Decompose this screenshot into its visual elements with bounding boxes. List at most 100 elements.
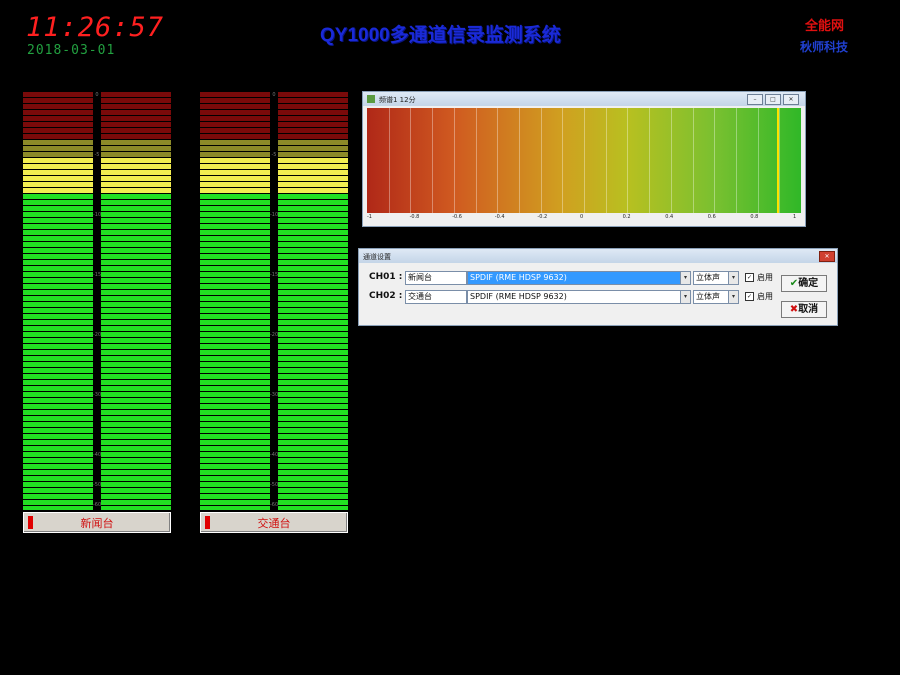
- grid-line: [627, 108, 629, 213]
- channel-settings-dialog: 通道设置 ✕ CH01 : 新闻台 SPDIF (RME HDSP 9632) …: [358, 248, 838, 326]
- axis-tick-label: -0.4: [494, 214, 505, 220]
- cancel-button[interactable]: ✖取消: [781, 301, 827, 318]
- checkbox-label: 启用: [757, 292, 773, 301]
- db-scale: 0 -5 -10 -15 -20 -30 -40 -50 -60: [270, 92, 278, 510]
- grid-line: [410, 108, 412, 213]
- close-button[interactable]: ✕: [819, 251, 835, 262]
- checkbox-icon[interactable]: ✓: [745, 273, 754, 282]
- grid-line: [453, 108, 455, 213]
- scale-tick: -40: [93, 452, 102, 458]
- grid-line: [562, 108, 564, 213]
- dialog-title: 通道设置: [363, 253, 391, 261]
- grid-line: [475, 108, 477, 213]
- chevron-down-icon[interactable]: ▾: [728, 290, 739, 304]
- grid-line: [388, 108, 390, 213]
- chevron-down-icon[interactable]: ▾: [728, 271, 739, 285]
- ok-label: 确定: [798, 278, 819, 289]
- meter-group-2: 0 -5 -10 -15 -20 -30 -40 -50 -60: [200, 92, 350, 510]
- scale-tick: -20: [270, 332, 279, 338]
- grid-line: [540, 108, 542, 213]
- close-button[interactable]: ✕: [783, 94, 799, 105]
- ch02-enable-checkbox[interactable]: ✓ 启用: [745, 291, 773, 302]
- level-bar-right: [278, 92, 348, 510]
- axis-tick-label: -0.2: [537, 214, 548, 220]
- grid-line: [670, 108, 672, 213]
- chevron-down-icon[interactable]: ▾: [680, 290, 691, 304]
- channel-label: 新闻台: [80, 517, 114, 530]
- channel-button-2[interactable]: 交通台: [200, 512, 348, 533]
- cancel-label: 取消: [798, 304, 819, 315]
- grid-line: [779, 108, 781, 213]
- window-titlebar[interactable]: 频谱1 12分 – □ ✕: [363, 92, 805, 106]
- scale-tick: -30: [270, 392, 279, 398]
- ch01-device-select[interactable]: SPDIF (RME HDSP 9632): [467, 271, 681, 285]
- axis-tick-label: 0.2: [622, 214, 631, 220]
- scale-tick: -5: [94, 152, 100, 158]
- scale-tick: -60: [93, 502, 102, 508]
- minimize-button[interactable]: –: [747, 94, 763, 105]
- dialog-body: CH01 : 新闻台 SPDIF (RME HDSP 9632) ▾ 立体声 ▾…: [359, 263, 837, 325]
- grid-line: [735, 108, 737, 213]
- scale-tick: -50: [93, 482, 102, 488]
- grid-line: [692, 108, 694, 213]
- axis-tick-label: 0.6: [707, 214, 716, 220]
- axis-tick-label: 0: [580, 214, 584, 220]
- scale-tick: -15: [93, 272, 102, 278]
- axis-tick-label: -0.6: [452, 214, 462, 220]
- chart-icon: [367, 95, 375, 103]
- scale-tick: -10: [93, 212, 102, 218]
- scale-tick: -20: [93, 332, 102, 338]
- scale-tick: -60: [270, 502, 279, 508]
- grid-line: [649, 108, 651, 213]
- scale-tick: 0: [95, 92, 99, 98]
- ch01-enable-checkbox[interactable]: ✓ 启用: [745, 272, 773, 283]
- db-scale: 0 -5 -10 -15 -20 -30 -40 -50 -60: [93, 92, 101, 510]
- scale-tick: -15: [270, 272, 279, 278]
- ch02-name-input[interactable]: 交通台: [405, 290, 467, 304]
- window-title: 频谱1 12分: [379, 96, 416, 104]
- checkbox-label: 启用: [757, 273, 773, 282]
- spectrum-display: [367, 108, 801, 213]
- axis-tick-label: 0.8: [750, 214, 759, 220]
- level-bar-left: [200, 92, 270, 510]
- scale-tick: -10: [270, 212, 279, 218]
- grid-line: [518, 108, 520, 213]
- ok-button[interactable]: ✔确定: [781, 275, 827, 292]
- grid-line: [497, 108, 499, 213]
- ch01-label: CH01 :: [369, 272, 403, 282]
- channel-button-1[interactable]: 新闻台: [23, 512, 171, 533]
- axis-tick-label: -0.8: [409, 214, 420, 220]
- clock-time: 11:26:57: [26, 12, 165, 43]
- grid-line: [714, 108, 716, 213]
- app-title: QY1000多通道信录监测系统: [320, 25, 561, 46]
- grid-line: [757, 108, 759, 213]
- spectrum-window: 频谱1 12分 – □ ✕ -1 -0.8 -0.6 -0.4 -0.2 0 0.2 0.4 0…: [362, 91, 806, 227]
- ch01-mode-select[interactable]: 立体声: [693, 271, 729, 285]
- axis-tick-label: 0.4: [665, 214, 674, 220]
- ch02-label: CH02 :: [369, 291, 403, 301]
- dialog-titlebar[interactable]: 通道设置 ✕: [359, 249, 837, 263]
- grid-line: [584, 108, 585, 213]
- ch01-name-input[interactable]: 新闻台: [405, 271, 467, 285]
- scale-tick: -5: [271, 152, 277, 158]
- brand-company: 秋师科技: [800, 40, 849, 54]
- brand-name: 全能网: [805, 19, 845, 34]
- scale-tick: -50: [270, 482, 279, 488]
- scale-tick: -30: [93, 392, 102, 398]
- channel-label: 交通台: [257, 517, 291, 530]
- spectrum-axis: -1 -0.8 -0.6 -0.4 -0.2 0 0.2 0.4 0.6 0.8 1: [367, 214, 801, 224]
- cross-icon: ✖: [789, 304, 799, 315]
- level-bar-left: [23, 92, 93, 510]
- ch02-mode-select[interactable]: 立体声: [693, 290, 729, 304]
- clock-date: 2018-03-01: [27, 43, 116, 58]
- ch02-device-select[interactable]: SPDIF (RME HDSP 9632): [467, 290, 681, 304]
- level-bar-right: [101, 92, 171, 510]
- chevron-down-icon[interactable]: ▾: [680, 271, 691, 285]
- meter-group-1: 0 -5 -10 -15 -20 -30 -40 -50 -60: [23, 92, 173, 510]
- checkbox-icon[interactable]: ✓: [745, 292, 754, 301]
- scale-tick: 0: [272, 92, 276, 98]
- check-icon: ✔: [789, 278, 799, 289]
- grid-line: [432, 108, 434, 213]
- grid-line: [605, 108, 607, 213]
- maximize-button[interactable]: □: [765, 94, 781, 105]
